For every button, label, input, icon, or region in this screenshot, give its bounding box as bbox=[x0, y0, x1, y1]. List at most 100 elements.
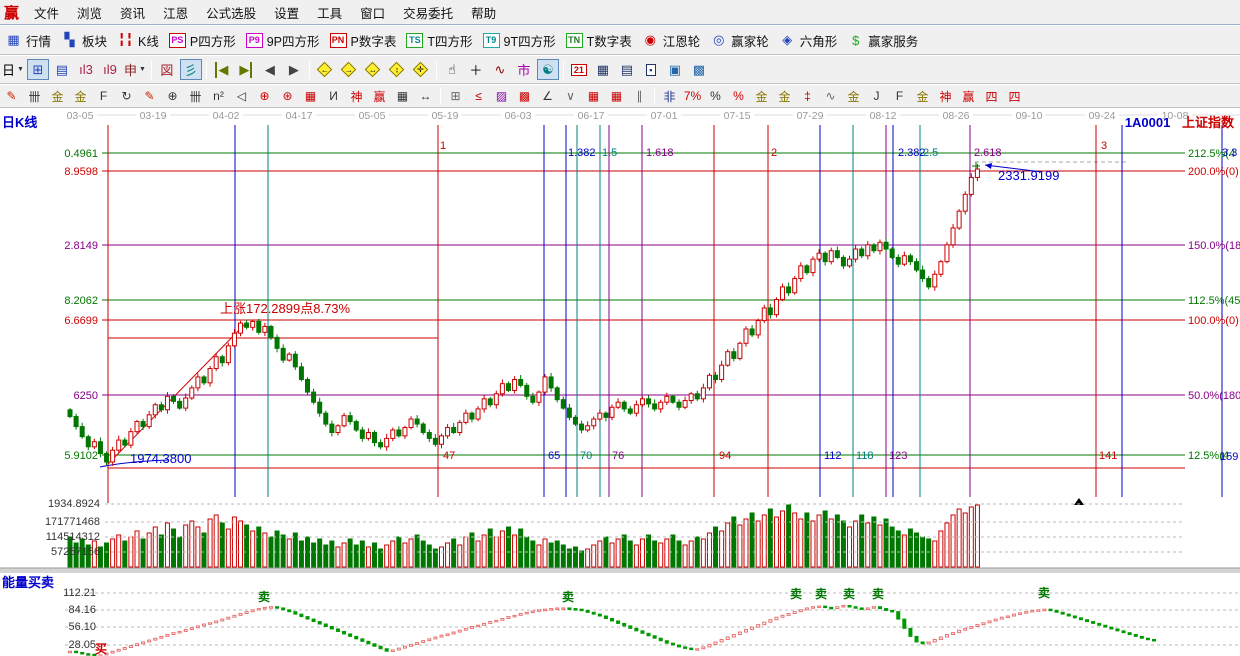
hexagon-button[interactable]: ◈六角形 bbox=[774, 29, 843, 52]
diamond-vertical-button[interactable]: ↕ bbox=[386, 59, 408, 80]
f-angle-tool[interactable]: F bbox=[889, 87, 910, 106]
p-number-table-button[interactable]: PNP数字表 bbox=[325, 29, 402, 52]
pattern-wave-button[interactable]: 彡 bbox=[180, 59, 202, 80]
diamond-right-button[interactable]: → bbox=[338, 59, 360, 80]
brush-rule-tool[interactable]: ✎ bbox=[139, 87, 160, 106]
gold-grid-tool[interactable]: 金 bbox=[47, 87, 68, 106]
span-tool[interactable]: ↔ bbox=[415, 87, 436, 106]
spiral-button[interactable]: ☯ bbox=[537, 59, 559, 80]
diamond-horizontal-button[interactable]: ↔ bbox=[362, 59, 384, 80]
percent-tool[interactable]: % bbox=[705, 87, 726, 106]
go-first-button[interactable]: ◀ bbox=[211, 59, 233, 80]
go-last-icon: ▶ bbox=[239, 62, 252, 78]
gold-lines-tool[interactable]: 金 bbox=[774, 87, 795, 106]
pattern-grid-button[interactable]: 図 bbox=[156, 59, 178, 80]
gua-tool[interactable]: 非 bbox=[659, 87, 680, 106]
menu-item-1[interactable]: 浏览 bbox=[68, 0, 111, 25]
menu-item-6[interactable]: 工具 bbox=[308, 0, 351, 25]
percent7-tool[interactable]: 7% bbox=[682, 87, 703, 106]
winner-service-button[interactable]: $赢家服务 bbox=[842, 29, 923, 52]
grid-red-tool[interactable]: ▦ bbox=[583, 87, 604, 106]
info-list-button[interactable]: ▤ bbox=[51, 59, 73, 80]
shen-angle-tool[interactable]: 神 bbox=[935, 87, 956, 106]
gann-shape-button[interactable]: 市 bbox=[513, 59, 535, 80]
step-back-button[interactable]: ◀ bbox=[259, 59, 281, 80]
menu-item-8[interactable]: 交易委托 bbox=[394, 0, 462, 25]
brush2-tool[interactable]: ‡ bbox=[797, 87, 818, 106]
sectors-button[interactable]: ▚板块 bbox=[56, 29, 112, 52]
star-grid-tool[interactable]: ▦ bbox=[300, 87, 321, 106]
go-last-button[interactable]: ▶ bbox=[235, 59, 257, 80]
mini-chart-9-button[interactable]: ıl9 bbox=[99, 59, 121, 80]
menu-item-5[interactable]: 设置 bbox=[265, 0, 308, 25]
svg-text:118: 118 bbox=[856, 450, 874, 462]
menu-item-7[interactable]: 窗口 bbox=[351, 0, 394, 25]
j-angle-tool[interactable]: J bbox=[866, 87, 887, 106]
menu-item-3[interactable]: 江恩 bbox=[154, 0, 197, 25]
circle-grid-tool[interactable]: ⊕ bbox=[162, 87, 183, 106]
angle-line-tool[interactable]: ∠ bbox=[537, 87, 558, 106]
notebook-button[interactable]: ▤ bbox=[616, 59, 638, 80]
t-square-button[interactable]: TST四方形 bbox=[401, 29, 477, 52]
main-chart-canvas[interactable]: 03-0503-1904-0204-1705-0505-1906-0306-17… bbox=[0, 108, 1240, 656]
p-square-icon: PS bbox=[169, 33, 186, 48]
ruler-123-tool[interactable]: ▦ bbox=[392, 87, 413, 106]
mini-chart-3-button[interactable]: ıl3 bbox=[75, 59, 97, 80]
gold-circle-tool[interactable]: 金 bbox=[751, 87, 772, 106]
i-mark-tool[interactable]: И bbox=[323, 87, 344, 106]
t-number-table-button[interactable]: TNT数字表 bbox=[561, 29, 637, 52]
diamond-left-button[interactable]: ← bbox=[314, 59, 336, 80]
tick2-tool[interactable]: 卌 bbox=[185, 87, 206, 106]
n2-grid-tool[interactable]: n² bbox=[208, 87, 229, 106]
menu-item-9[interactable]: 帮助 bbox=[462, 0, 505, 25]
9t-square-button[interactable]: T99T四方形 bbox=[478, 29, 561, 52]
fan-box2-tool[interactable]: ▩ bbox=[514, 87, 535, 106]
calculator-button[interactable]: ▦ bbox=[592, 59, 614, 80]
percent-lines-tool[interactable]: % bbox=[728, 87, 749, 106]
crosshair-button[interactable]: ＋ bbox=[465, 59, 487, 80]
candle-style-button[interactable]: 申▼ bbox=[123, 59, 147, 80]
diamond-all-button[interactable]: ✛ bbox=[410, 59, 432, 80]
winner-wheel-button[interactable]: ◎赢家轮 bbox=[705, 29, 774, 52]
web-sync-button[interactable]: ▣ bbox=[664, 59, 686, 80]
shen-grid-tool[interactable]: 神 bbox=[346, 87, 367, 106]
ying-angle-tool[interactable]: 赢 bbox=[958, 87, 979, 106]
si-angle2-tool[interactable]: 四 bbox=[1004, 87, 1025, 106]
star-tool[interactable]: ⊛ bbox=[277, 87, 298, 106]
angle-flag-tool[interactable]: ◁ bbox=[231, 87, 252, 106]
spiral-grid-tool[interactable]: ↻ bbox=[116, 87, 137, 106]
fan-box-tool[interactable]: ▨ bbox=[491, 87, 512, 106]
9p-square-button[interactable]: P99P四方形 bbox=[241, 29, 325, 52]
period-day-button[interactable]: 日▼ bbox=[1, 59, 25, 80]
parallel-tool[interactable]: ∥ bbox=[629, 87, 650, 106]
box-tool[interactable]: ⊞ bbox=[445, 87, 466, 106]
step-forward-button[interactable]: ▶ bbox=[283, 59, 305, 80]
calendar-button[interactable]: 21 bbox=[568, 59, 590, 80]
chart-area[interactable]: 日K线 1A0001 上证指数 能量买卖 03-0503-1904-0204-1… bbox=[0, 108, 1240, 656]
tick-grid-tool[interactable]: 卌 bbox=[24, 87, 45, 106]
kline-button[interactable]: ╏╏K线 bbox=[112, 29, 164, 52]
pen-tool[interactable]: ✎ bbox=[1, 87, 22, 106]
gold-angle-tool[interactable]: 金 bbox=[843, 87, 864, 106]
grid-red2-tool[interactable]: ▦ bbox=[606, 87, 627, 106]
gann-wheel-button[interactable]: ◉江恩轮 bbox=[637, 29, 706, 52]
gold-angle2-tool[interactable]: 金 bbox=[912, 87, 933, 106]
save-button[interactable]: ▪ bbox=[640, 59, 662, 80]
zoom-window-button[interactable]: ⊞ bbox=[27, 59, 49, 80]
menu-item-0[interactable]: 文件 bbox=[25, 0, 68, 25]
f-grid-tool[interactable]: F bbox=[93, 87, 114, 106]
publish-button[interactable]: ▩ bbox=[688, 59, 710, 80]
fan-red-tool[interactable]: ≤ bbox=[468, 87, 489, 106]
ying-grid-tool[interactable]: 赢 bbox=[369, 87, 390, 106]
menu-item-2[interactable]: 资讯 bbox=[111, 0, 154, 25]
menu-item-4[interactable]: 公式选股 bbox=[197, 0, 265, 25]
quotes-button[interactable]: ▦行情 bbox=[0, 29, 56, 52]
p-square-button[interactable]: PSP四方形 bbox=[164, 29, 241, 52]
zigzag-tool[interactable]: ∨ bbox=[560, 87, 581, 106]
gold-grid2-tool[interactable]: 金 bbox=[70, 87, 91, 106]
wave-lines-tool[interactable]: ∿ bbox=[820, 87, 841, 106]
crosshair-circle-tool[interactable]: ⊕ bbox=[254, 87, 275, 106]
measure-line-button[interactable]: ∿ bbox=[489, 59, 511, 80]
si-angle-tool[interactable]: 四 bbox=[981, 87, 1002, 106]
pan-hand-button[interactable]: ☝ bbox=[441, 59, 463, 80]
